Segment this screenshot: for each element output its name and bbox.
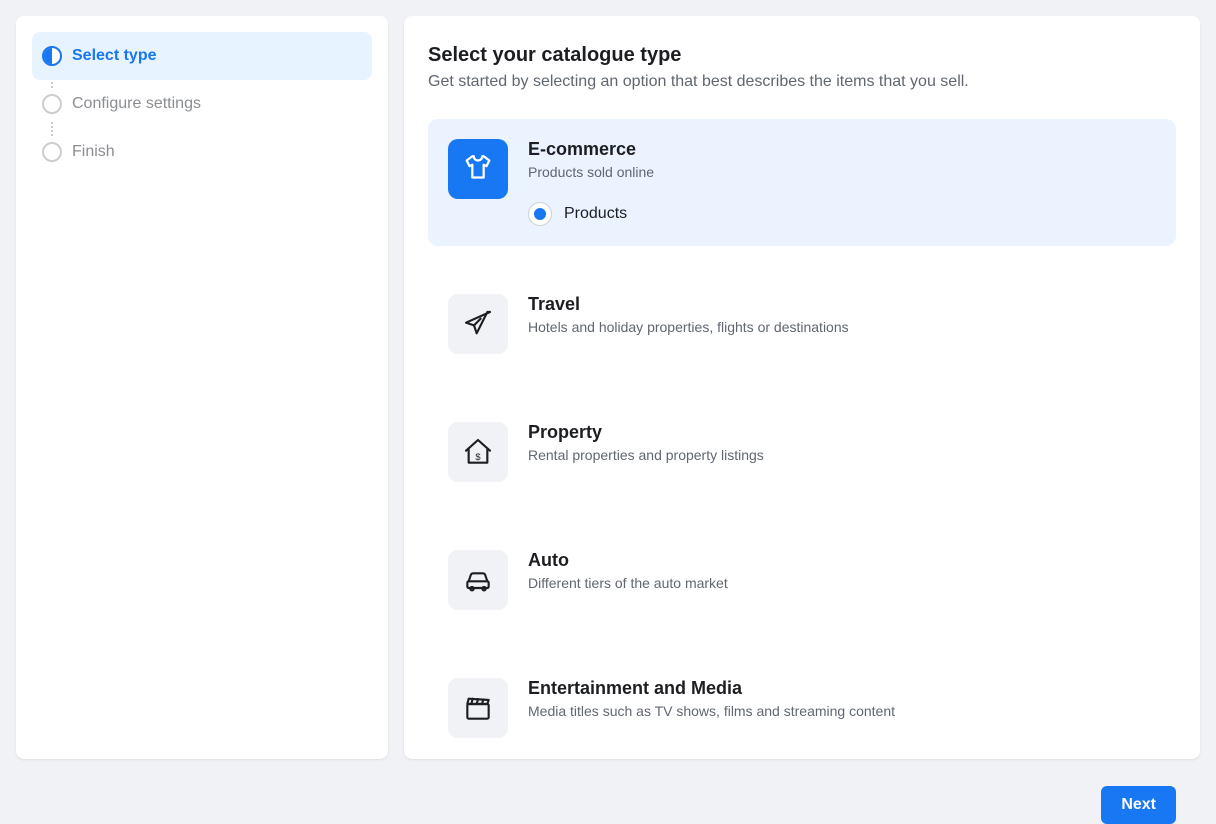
option-desc: Different tiers of the auto market <box>528 575 1156 591</box>
main-panel: Select your catalogue type Get started b… <box>404 16 1200 759</box>
wizard-sidebar: Select type Configure settings Finish <box>16 16 388 759</box>
option-property[interactable]: $ Property Rental properties and propert… <box>428 402 1176 502</box>
house-icon: $ <box>448 422 508 482</box>
radio-icon <box>528 202 552 226</box>
option-auto[interactable]: Auto Different tiers of the auto market <box>428 530 1176 630</box>
radio-products[interactable]: Products <box>528 202 1156 226</box>
option-desc: Products sold online <box>528 164 1156 180</box>
clapperboard-icon <box>448 678 508 738</box>
radio-label: Products <box>564 205 627 223</box>
option-desc: Media titles such as TV shows, films and… <box>528 703 1156 719</box>
option-title: Travel <box>528 294 1156 315</box>
option-entertainment[interactable]: Entertainment and Media Media titles suc… <box>428 658 1176 758</box>
catalogue-type-options: E-commerce Products sold online Products… <box>428 119 1176 786</box>
half-circle-icon <box>42 46 62 66</box>
page-title: Select your catalogue type <box>428 44 1176 67</box>
step-select-type[interactable]: Select type <box>32 32 372 80</box>
step-finish[interactable]: Finish <box>32 128 372 176</box>
empty-circle-icon <box>42 94 62 114</box>
option-desc: Hotels and holiday properties, flights o… <box>528 319 1156 335</box>
option-travel[interactable]: Travel Hotels and holiday properties, fl… <box>428 274 1176 374</box>
step-configure-settings[interactable]: Configure settings <box>32 80 372 128</box>
step-label: Select type <box>72 47 156 65</box>
step-label: Configure settings <box>72 95 201 113</box>
svg-text:$: $ <box>475 452 481 462</box>
option-title: Property <box>528 422 1156 443</box>
option-title: E-commerce <box>528 139 1156 160</box>
airplane-icon <box>448 294 508 354</box>
step-label: Finish <box>72 143 115 161</box>
option-desc: Rental properties and property listings <box>528 447 1156 463</box>
option-title: Auto <box>528 550 1156 571</box>
page-subtitle: Get started by selecting an option that … <box>428 73 1176 91</box>
empty-circle-icon <box>42 142 62 162</box>
option-title: Entertainment and Media <box>528 678 1156 699</box>
car-icon <box>448 550 508 610</box>
next-button[interactable]: Next <box>1101 786 1176 824</box>
option-ecommerce[interactable]: E-commerce Products sold online Products <box>428 119 1176 246</box>
tshirt-icon <box>448 139 508 199</box>
